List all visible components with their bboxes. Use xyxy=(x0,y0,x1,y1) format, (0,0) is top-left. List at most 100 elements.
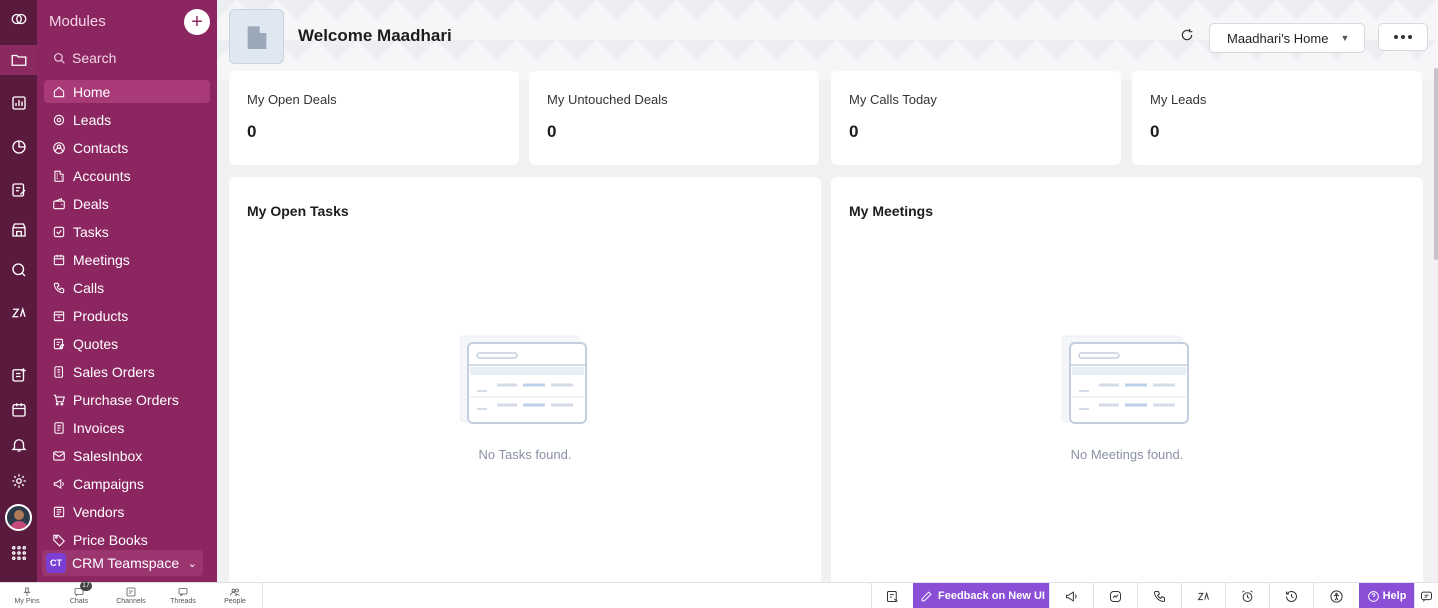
more-options-button[interactable] xyxy=(1378,23,1428,51)
page-scrollbar[interactable] xyxy=(1434,68,1438,260)
calendar-icon xyxy=(53,254,65,265)
empty-table-illustration xyxy=(1061,335,1189,424)
people-icon xyxy=(230,588,240,596)
sidebar-item-tasks[interactable]: Tasks xyxy=(44,220,210,243)
quote-icon xyxy=(53,338,65,349)
sidebar-item-leads[interactable]: Leads xyxy=(44,108,210,131)
sidebar-item-price-books[interactable]: Price Books xyxy=(44,528,210,551)
sidebar-item-salesinbox[interactable]: SalesInbox xyxy=(44,444,210,467)
phone-icon xyxy=(53,282,65,293)
stat-card-untouched-deals[interactable]: My Untouched Deals 0 xyxy=(529,71,819,165)
bottom-bar: My Pins Chats Channels Threads People 17 Fee… xyxy=(0,581,1438,608)
zoho-logo-icon[interactable] xyxy=(0,4,37,34)
feedback-label: Feedback on New UI xyxy=(938,590,1045,602)
stat-card-calls-today[interactable]: My Calls Today 0 xyxy=(831,71,1121,165)
sidebar-item-deals[interactable]: Deals xyxy=(44,192,210,215)
recent-items-button[interactable] xyxy=(1137,583,1181,608)
requests-icon[interactable] xyxy=(0,175,37,205)
search-records-icon[interactable] xyxy=(0,255,37,285)
teamspace-badge: CT xyxy=(46,553,66,573)
accessibility-icon xyxy=(1330,589,1343,603)
bottom-item-label: My Pins xyxy=(14,598,40,605)
sidebar-item-sales-orders[interactable]: Sales Orders xyxy=(44,360,210,383)
inbox-icon xyxy=(53,450,65,461)
accessibility-button[interactable] xyxy=(1313,583,1359,608)
stat-value: 0 xyxy=(547,122,557,141)
module-sidebar: Modules + Search Home Leads Contacts Accoun… xyxy=(37,0,217,582)
sidebar-item-quotes[interactable]: Quotes xyxy=(44,332,210,355)
sidebar-item-label: Tasks xyxy=(73,223,109,240)
chatbot-button[interactable] xyxy=(1414,583,1438,608)
sidebar-item-label: Contacts xyxy=(73,139,129,156)
home-icon xyxy=(53,86,65,97)
crm-teamspace-selector[interactable]: CT CRM Teamspace ⌄ xyxy=(42,550,203,576)
bottom-chats[interactable]: Chats xyxy=(59,586,99,605)
sidebar-item-purchase-orders[interactable]: Purchase Orders xyxy=(44,388,210,411)
feedback-button[interactable]: Feedback on New UI xyxy=(913,583,1049,608)
reminders-button[interactable] xyxy=(1225,583,1269,608)
alarm-clock-icon xyxy=(1242,589,1253,602)
empty-state-text: No Meetings found. xyxy=(1070,447,1184,462)
refresh-button[interactable] xyxy=(1179,27,1199,47)
sidebar-item-accounts[interactable]: Accounts xyxy=(44,164,210,187)
stat-card-open-deals[interactable]: My Open Deals 0 xyxy=(229,71,519,165)
create-record-icon[interactable] xyxy=(0,360,37,390)
org-avatar[interactable] xyxy=(229,9,284,64)
sidebar-item-label: Sales Orders xyxy=(73,363,155,380)
module-search[interactable]: Search xyxy=(53,50,116,66)
task-icon xyxy=(53,226,65,237)
sidebar-item-label: Calls xyxy=(73,279,105,296)
sidebar-item-label: Quotes xyxy=(73,335,119,352)
vendor-icon xyxy=(53,506,65,517)
icon-rail xyxy=(0,0,37,582)
sidebar-item-products[interactable]: Products xyxy=(44,304,210,327)
sidebar-item-label: Vendors xyxy=(73,503,125,520)
sidebar-item-home[interactable]: Home xyxy=(44,80,210,103)
home-view-select[interactable]: Maadhari's Home ▼ xyxy=(1209,23,1365,53)
sidebar-item-label: Campaigns xyxy=(73,475,144,492)
sidebar-item-vendors[interactable]: Vendors xyxy=(44,500,210,523)
home-dashboard: Welcome Maadhari Maadhari's Home ▼ My Op… xyxy=(217,0,1438,582)
home-view-label: Maadhari's Home xyxy=(1227,30,1329,46)
box-icon xyxy=(53,310,65,321)
announcements-button[interactable] xyxy=(1049,583,1093,608)
bottom-channels[interactable]: Channels xyxy=(111,586,151,605)
invoice-icon xyxy=(54,421,64,434)
sidebar-item-calls[interactable]: Calls xyxy=(44,276,210,299)
zia-icon[interactable] xyxy=(0,298,37,328)
sidebar-item-meetings[interactable]: Meetings xyxy=(44,248,210,271)
notifications-bell-icon[interactable] xyxy=(0,430,37,460)
bottom-threads[interactable]: Threads xyxy=(163,586,203,605)
zia-icon xyxy=(1197,591,1209,600)
assistant-icon xyxy=(887,590,898,602)
bottom-item-label: Chats xyxy=(69,598,89,605)
analytics-icon[interactable] xyxy=(0,132,37,162)
settings-gear-icon[interactable] xyxy=(0,466,37,496)
bottom-people[interactable]: People xyxy=(215,586,255,605)
help-button[interactable]: Help xyxy=(1359,583,1414,608)
sidebar-item-label: Invoices xyxy=(73,419,125,436)
signals-button[interactable] xyxy=(1093,583,1137,608)
history-button[interactable] xyxy=(1269,583,1313,608)
help-label: Help xyxy=(1382,590,1407,602)
app-grid-icon[interactable] xyxy=(0,538,37,568)
sidebar-item-campaigns[interactable]: Campaigns xyxy=(44,472,210,495)
calendar-rail-icon[interactable] xyxy=(0,395,37,425)
reports-icon[interactable] xyxy=(0,88,37,118)
sidebar-item-label: Price Books xyxy=(73,531,148,548)
modules-folder-icon[interactable] xyxy=(0,45,37,75)
sidebar-item-contacts[interactable]: Contacts xyxy=(44,136,210,159)
stat-card-leads[interactable]: My Leads 0 xyxy=(1132,71,1422,165)
sidebar-item-label: SalesInbox xyxy=(73,447,143,464)
sales-order-icon xyxy=(54,365,64,378)
zia-bottom-button[interactable] xyxy=(1181,583,1225,608)
bottom-my-pins[interactable]: My Pins xyxy=(7,586,47,605)
search-placeholder: Search xyxy=(72,50,117,66)
add-module-button[interactable]: + xyxy=(184,9,210,35)
empty-table-illustration xyxy=(459,335,587,424)
sidebar-item-invoices[interactable]: Invoices xyxy=(44,416,210,439)
marketplace-icon[interactable] xyxy=(0,215,37,245)
user-avatar[interactable] xyxy=(5,504,32,531)
assistant-button[interactable] xyxy=(871,583,913,608)
stat-label: My Untouched Deals xyxy=(547,92,668,107)
